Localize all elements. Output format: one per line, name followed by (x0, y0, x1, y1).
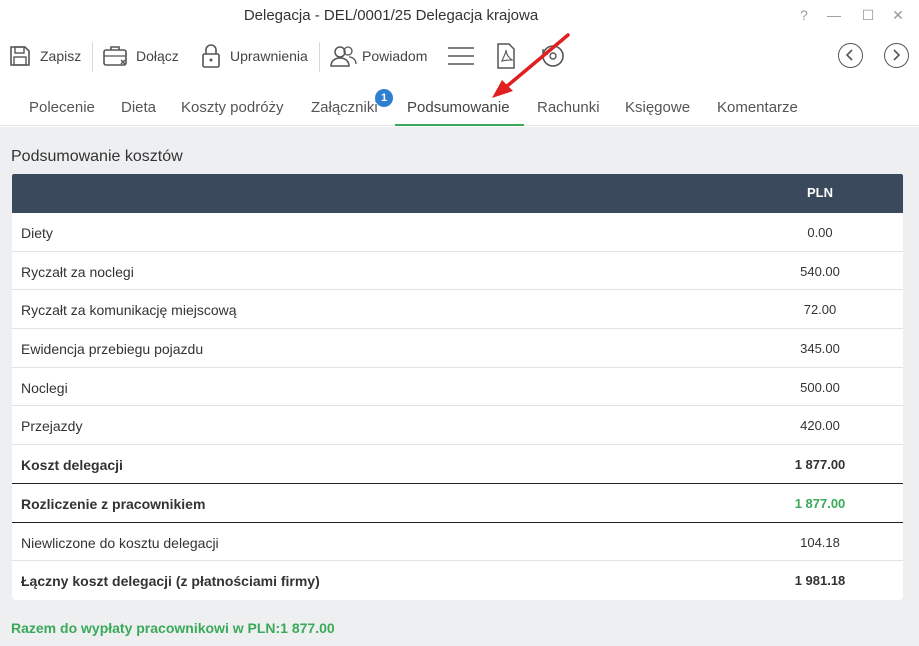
table-row: Ewidencja przebiegu pojazdu 345.00 (12, 329, 903, 368)
tab-komentarze[interactable]: Komentarze (717, 99, 798, 116)
chevron-right-icon (893, 49, 901, 61)
attach-label: Dołącz (136, 48, 179, 64)
table-header: PLN (12, 174, 903, 213)
active-tab-indicator (395, 124, 524, 126)
summary-panel: Podsumowanie kosztów PLN Diety 0.00 Rycz… (0, 127, 919, 646)
row-label: Diety (21, 225, 53, 241)
tab-polecenie[interactable]: Polecenie (29, 99, 95, 116)
chevron-left-icon (845, 49, 853, 61)
row-label: Niewliczone do kosztu delegacji (21, 534, 219, 551)
lock-icon (202, 44, 220, 68)
table-row: Ryczałt za noclegi 540.00 (12, 252, 903, 291)
save-label: Zapisz (40, 48, 82, 64)
row-value: 0.00 (807, 225, 833, 240)
briefcase-attach-icon (103, 46, 127, 66)
tab-zalaczniki[interactable]: Załączniki (311, 99, 378, 116)
tab-koszty-podrozy[interactable]: Koszty podróży (181, 99, 284, 116)
maximize-button[interactable]: ☐ (856, 4, 880, 26)
window-title: Delegacja - DEL/0001/25 Delegacja krajow… (243, 7, 539, 24)
row-value: 420.00 (800, 418, 840, 434)
previous-button[interactable] (838, 43, 863, 68)
permissions-label: Uprawnienia (230, 48, 308, 64)
save-button[interactable]: Zapisz (8, 42, 81, 70)
row-value: 500.00 (800, 379, 840, 395)
row-label: Ryczałt za komunikację miejscową (21, 302, 237, 319)
row-label: Rozliczenie z pracownikiem (21, 495, 206, 512)
row-label: Koszt delegacji (21, 457, 123, 474)
row-label: Ewidencja przebiegu pojazdu (21, 341, 204, 358)
toolbar-divider (319, 42, 320, 72)
payout-total: Razem do wypłaty pracownikowi w PLN:1 87… (11, 620, 335, 636)
delegation-cost-row: Koszt delegacji 1 877.00 (12, 445, 903, 484)
help-button[interactable]: ? (792, 4, 816, 26)
attach-button[interactable]: Dołącz (102, 42, 179, 70)
row-label: Noclegi (21, 379, 68, 396)
tab-podsumowanie[interactable]: Podsumowanie (407, 99, 510, 116)
tab-rachunki[interactable]: Rachunki (537, 99, 600, 116)
title-bar: Delegacja - DEL/0001/25 Delegacja krajow… (0, 0, 919, 32)
table-row: Przejazdy 420.00 (12, 406, 903, 446)
permissions-button[interactable]: Uprawnienia (200, 42, 308, 70)
floppy-disk-icon (10, 46, 30, 66)
row-label: Ryczałt za noclegi (21, 263, 134, 280)
section-title: Podsumowanie kosztów (11, 148, 183, 165)
employee-settlement-row: Rozliczenie z pracownikiem 1 877.00 (12, 484, 903, 523)
row-value: 345.00 (800, 341, 840, 357)
users-icon (330, 46, 357, 67)
table-row: Niewliczone do kosztu delegacji 104.18 (12, 523, 903, 562)
close-button[interactable]: ✕ (886, 4, 910, 26)
row-value: 104.18 (800, 534, 840, 550)
table-row: Diety 0.00 (12, 213, 903, 252)
currency-column-header: PLN (807, 185, 833, 200)
row-label: Łączny koszt delegacji (z płatnościami f… (21, 573, 320, 590)
hamburger-menu-icon (448, 47, 474, 65)
row-label: Przejazdy (21, 418, 83, 435)
row-value: 72.00 (803, 302, 837, 318)
notify-label: Powiadom (362, 48, 428, 64)
notify-button[interactable]: Powiadom (329, 42, 427, 70)
menu-button[interactable] (447, 42, 475, 70)
tab-ksiegowe[interactable]: Księgowe (625, 99, 690, 116)
cost-summary-table: PLN Diety 0.00 Ryczałt za noclegi 540.00… (12, 174, 903, 600)
table-row: Noclegi 500.00 (12, 368, 903, 407)
row-value: 1 877.00 (794, 495, 846, 511)
minimize-button[interactable]: — (822, 4, 846, 26)
attachments-count-badge: 1 (375, 89, 393, 107)
next-button[interactable] (884, 43, 909, 68)
toolbar-divider (92, 42, 93, 72)
tab-dieta[interactable]: Dieta (121, 99, 156, 116)
table-row: Ryczałt za komunikację miejscową 72.00 (12, 290, 903, 330)
tab-bar: Polecenie Dieta Koszty podróży Załącznik… (0, 88, 919, 126)
toolbar: Zapisz Dołącz Uprawnienia Powiadom (0, 36, 919, 76)
row-value: 1 981.18 (794, 573, 846, 589)
row-value: 1 877.00 (794, 457, 846, 473)
row-value: 540.00 (800, 263, 840, 279)
total-cost-row: Łączny koszt delegacji (z płatnościami f… (12, 561, 903, 600)
